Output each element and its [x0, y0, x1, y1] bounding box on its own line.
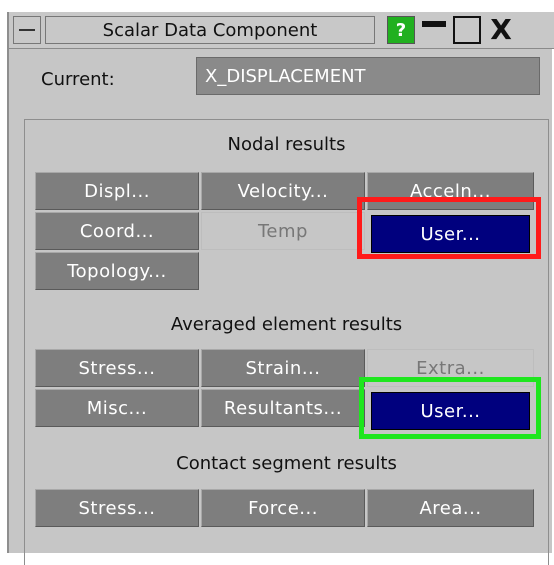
misc-button[interactable]: Misc... [35, 389, 199, 427]
resultants-button[interactable]: Resultants... [201, 389, 365, 427]
topology-button[interactable]: Topology... [35, 252, 199, 290]
close-icon[interactable]: X [486, 16, 516, 44]
nodal-results-heading: Nodal results [227, 134, 346, 155]
contact-stress-button[interactable]: Stress... [35, 489, 199, 527]
strain-button[interactable]: Strain... [201, 349, 365, 387]
help-button[interactable]: ? [387, 16, 415, 44]
minimize-icon[interactable] [420, 16, 448, 44]
current-row: Current: X_DISPLACEMENT [29, 57, 540, 107]
temp-button: Temp [201, 212, 365, 250]
displ-button[interactable]: Displ... [35, 172, 199, 210]
coord-button[interactable]: Coord... [35, 212, 199, 250]
force-button[interactable]: Force... [201, 489, 365, 527]
maximize-icon[interactable] [453, 16, 481, 44]
scalar-data-component-window: Scalar Data Component ? X Current: X_DIS… [7, 12, 554, 565]
title-bar: Scalar Data Component ? X [9, 12, 554, 49]
contact-results-heading: Contact segment results [176, 453, 397, 474]
green-highlight-box [359, 377, 541, 439]
window-menu-icon[interactable] [13, 16, 41, 44]
current-label: Current: [41, 69, 115, 90]
area-button[interactable]: Area... [367, 489, 534, 527]
current-value-field: X_DISPLACEMENT [196, 57, 540, 95]
window-title: Scalar Data Component [45, 16, 375, 44]
stress-button[interactable]: Stress... [35, 349, 199, 387]
averaged-results-heading: Averaged element results [170, 314, 403, 335]
velocity-button[interactable]: Velocity... [201, 172, 365, 210]
red-highlight-box [357, 197, 541, 259]
